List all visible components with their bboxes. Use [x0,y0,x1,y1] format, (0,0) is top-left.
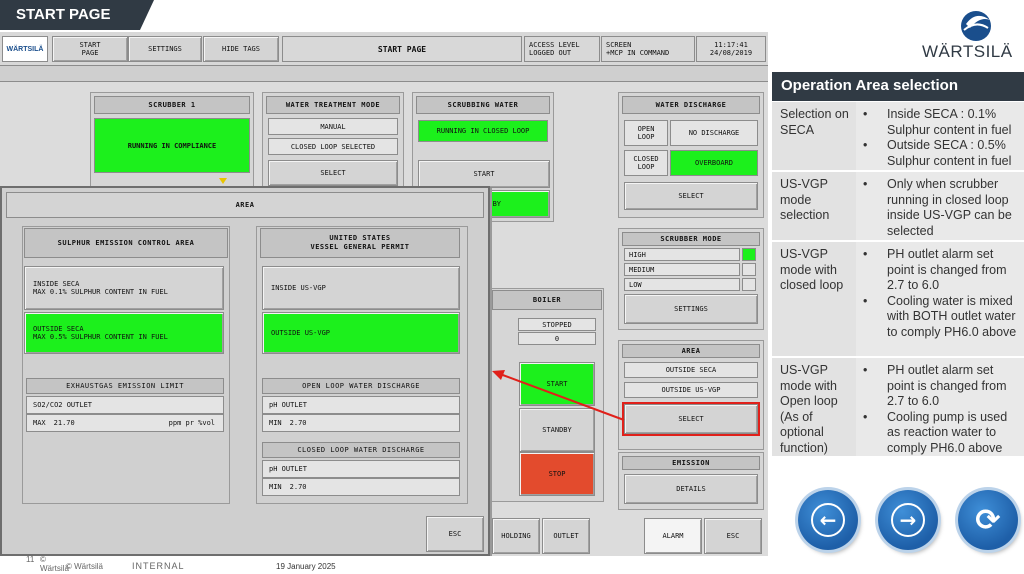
footer-copyright-short: © Wärtsilä [40,555,69,573]
sidebar-bullet: PH outlet alarm set point is changed fro… [860,247,1020,294]
arrow-right-icon: → [891,503,925,537]
footer-page-number: 11 [26,555,35,564]
sidebar-row-bullets: Inside SECA : 0.1% Sulphur content in fu… [860,107,1020,169]
sidebar-row-bullets: PH outlet alarm set point is changed fro… [860,363,1020,456]
footer-classification: INTERNAL [132,561,185,571]
sidebar-row-vgp-open: US-VGP mode with Open loop (As of option… [772,358,1024,458]
footer [0,556,768,574]
sidebar-bullet: Only when scrubber running in closed loo… [860,177,1020,239]
sidebar-bullet: Cooling pump is used as reaction water t… [860,410,1020,457]
sidebar-bullet: Inside SECA : 0.1% Sulphur content in fu… [860,107,1020,138]
sidebar-row-vgp-closed: US-VGP mode with closed loop PH outlet a… [772,242,1024,358]
sidebar-row-label: US-VGP mode with Open loop (As of option… [780,363,838,455]
sidebar-title: Operation Area selection [772,72,1024,101]
sidebar-row-vgp-selection: US-VGP mode selection Only when scrubber… [772,172,1024,242]
sidebar-row-bullets: PH outlet alarm set point is changed fro… [860,247,1020,340]
back-button[interactable]: ← [798,490,858,550]
footer-date: 19 January 2025 [276,562,336,571]
sidebar-bullet: Cooling water is mixed with BOTH outlet … [860,294,1020,341]
sidebar-row-label: US-VGP mode selection [780,177,830,222]
sidebar-row-bullets: Only when scrubber running in closed loo… [860,177,1020,239]
footer-copyright: © Wärtsilä [66,562,104,571]
refresh-icon: ⟳ [975,502,1001,538]
sidebar-row-label: Selection on SECA [780,107,849,137]
refresh-button[interactable]: ⟳ [958,490,1018,550]
wartsila-logo-text: WÄRTSILÄ [922,42,1013,61]
wartsila-logo-mark-icon [961,11,991,41]
forward-button[interactable]: → [878,490,938,550]
sidebar-bullet: Outside SECA : 0.5% Sulphur content in f… [860,138,1020,169]
arrow-left-icon: ← [811,503,845,537]
annotation-arrow-icon [492,370,625,421]
sidebar-bullet: PH outlet alarm set point is changed fro… [860,363,1020,410]
sidebar-row-label: US-VGP mode with closed loop [780,247,844,292]
wartsila-logo: WÄRTSILÄ [910,8,1013,64]
sidebar-row-seca: Selection on SECA Inside SECA : 0.1% Sul… [772,102,1024,172]
